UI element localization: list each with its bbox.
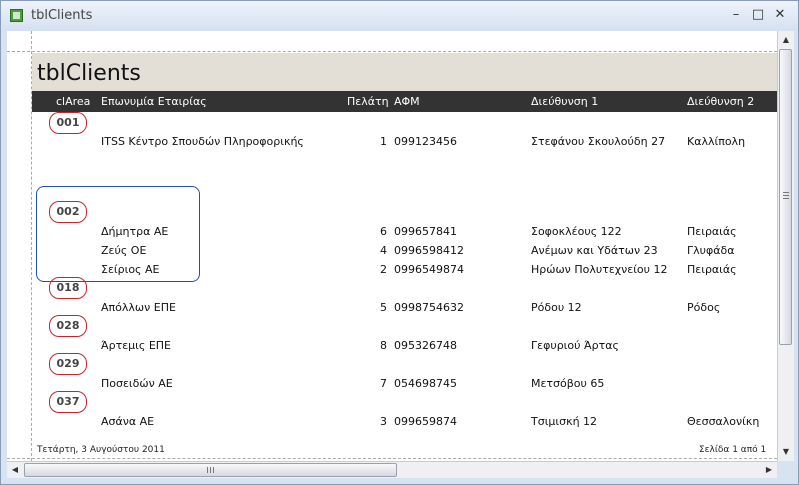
client-number: 8 (380, 339, 387, 352)
minimize-button[interactable]: – (725, 5, 747, 25)
margin-guide-bottom (7, 458, 777, 459)
address1-value: Μετσόβου 65 (531, 377, 605, 390)
address2-value: Θεσσαλονίκη (687, 415, 760, 428)
horizontal-scroll-thumb[interactable] (24, 463, 397, 477)
footer-date: Τετάρτη, 3 Αυγούστου 2011 (37, 445, 165, 455)
report-window: tblClients – □ ✕ tblClients clArea Επωνυ… (0, 0, 799, 485)
afm-value: 099123456 (394, 135, 457, 148)
close-button[interactable]: ✕ (769, 5, 791, 25)
afm-value: 0998754632 (394, 301, 464, 314)
vertical-scrollbar[interactable]: ▲ ▼ (777, 31, 794, 461)
afm-value: 0996598412 (394, 244, 464, 257)
group-badge-037[interactable]: 037 (49, 391, 87, 413)
client-number: 1 (380, 135, 387, 148)
company-name: Απόλλων ΕΠΕ (101, 301, 176, 314)
grip-line (783, 192, 789, 193)
afm-value: 0996549874 (394, 263, 464, 276)
report-preview[interactable]: tblClients clArea Επωνυμία Εταιρίας Πελά… (7, 31, 777, 461)
address2-value: Γλυφάδα (687, 244, 735, 257)
report-header-band (32, 53, 777, 91)
address1-value: Ανέμων και Υδάτων 23 (531, 244, 658, 257)
company-name: Ζεύς ΟΕ (101, 244, 147, 257)
col-header-afm: ΑΦΜ (394, 95, 420, 108)
afm-value: 095326748 (394, 339, 457, 352)
col-header-address1: Διεύθυνση 1 (531, 95, 599, 108)
maximize-icon: □ (751, 7, 765, 22)
margin-guide-top (7, 51, 777, 52)
col-header-clarea: clArea (56, 95, 91, 108)
arrow-down-icon[interactable]: ▼ (778, 444, 794, 460)
grip-line (210, 467, 211, 473)
company-name: Ποσειδών ΑΕ (101, 377, 173, 390)
client-number: 5 (380, 301, 387, 314)
col-header-client: Πελάτη (347, 95, 389, 108)
address2-value: Ρόδος (687, 301, 721, 314)
vertical-scroll-thumb[interactable] (779, 49, 792, 345)
grip-line (207, 467, 208, 473)
col-header-company: Επωνυμία Εταιρίας (101, 95, 207, 108)
client-number: 6 (380, 225, 387, 238)
company-name: Άρτεμις ΕΠΕ (101, 339, 172, 352)
close-icon: ✕ (774, 7, 786, 22)
grip-line (783, 198, 789, 199)
client-number: 3 (380, 415, 387, 428)
report-title: tblClients (37, 61, 141, 86)
address1-value: Σοφοκλέους 122 (531, 225, 622, 238)
grip-line (783, 195, 789, 196)
window-title: tblClients (31, 8, 93, 23)
client-number: 4 (380, 244, 387, 257)
title-bar[interactable]: tblClients – □ ✕ (1, 1, 798, 31)
client-number: 7 (380, 377, 387, 390)
company-name: ITSS Κέντρο Σπουδών Πληροφορικής (101, 135, 304, 148)
group-badge-002[interactable]: 002 (49, 201, 87, 223)
address2-value: Καλλίπολη (687, 135, 746, 148)
company-name: Σείριος ΑΕ (101, 263, 160, 276)
company-name: Ασάνα ΑΕ (101, 415, 155, 428)
group-badge-001[interactable]: 001 (49, 112, 87, 134)
address2-value: Πειραιάς (687, 225, 737, 238)
arrow-left-icon[interactable]: ◀ (7, 462, 23, 478)
arrow-right-icon[interactable]: ▶ (761, 462, 777, 478)
address1-value: Γεφυριού Άρτας (531, 339, 619, 352)
minimize-icon: – (732, 7, 740, 22)
maximize-button[interactable]: □ (747, 5, 769, 25)
address1-value: Ηρώων Πολυτεχνείου 12 (531, 263, 668, 276)
address1-value: Τσιμισκή 12 (531, 415, 598, 428)
horizontal-scrollbar[interactable]: ◀ ▶ (7, 461, 777, 478)
col-header-address2: Διεύθυνση 2 (687, 95, 755, 108)
afm-value: 099657841 (394, 225, 457, 238)
address2-value: Πειραιάς (687, 263, 737, 276)
report-icon (10, 9, 23, 22)
footer-page-number: Σελίδα 1 από 1 (699, 445, 767, 455)
grip-line (213, 467, 214, 473)
address1-value: Ρόδου 12 (531, 301, 582, 314)
group-badge-028[interactable]: 028 (49, 315, 87, 337)
company-name: Δήμητρα ΑΕ (101, 225, 169, 238)
group-badge-018[interactable]: 018 (49, 277, 87, 299)
arrow-up-icon[interactable]: ▲ (778, 32, 794, 48)
afm-value: 099659874 (394, 415, 457, 428)
group-badge-029[interactable]: 029 (49, 353, 87, 375)
address1-value: Στεφάνου Σκουλούδη 27 (531, 135, 666, 148)
afm-value: 054698745 (394, 377, 457, 390)
client-number: 2 (380, 263, 387, 276)
